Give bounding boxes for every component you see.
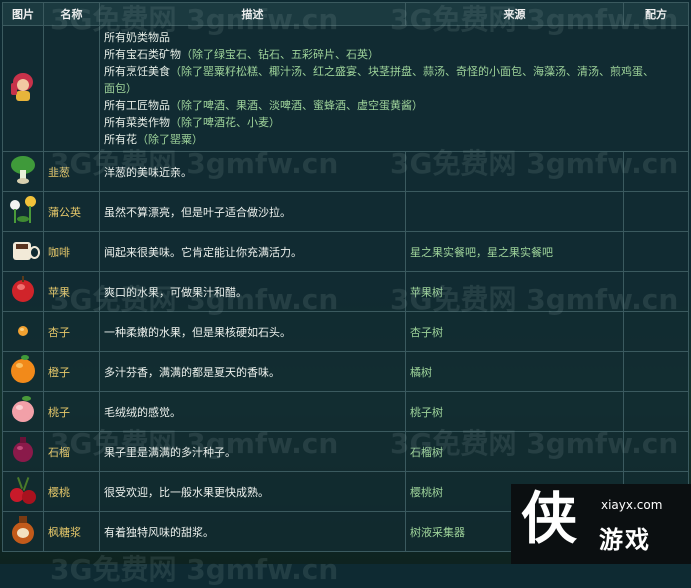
item-recipe [623, 431, 689, 472]
item-name: 蒲公英 [43, 191, 100, 232]
dandelion-icon [7, 194, 39, 226]
item-recipe [623, 391, 689, 432]
universal-gifts-cell: 所有奶类物品 所有宝石类矿物（除了绿宝石、钻石、五彩碎片、石英） 所有烹饪美食（… [99, 25, 689, 152]
item-name: 石榴 [43, 431, 100, 472]
universal-line-3: 面包） [104, 82, 137, 95]
table-row: 桃子 毛绒绒的感觉。 桃子树 [2, 391, 689, 432]
item-name: 韭葱 [43, 151, 100, 192]
universal-line-4: 所有工匠物品（除了啤酒、果酒、淡啤酒、蜜蜂酒、虚空蛋黄酱） [104, 99, 423, 112]
cherry-icon [7, 474, 39, 506]
universal-line-0: 所有奶类物品 [104, 31, 170, 44]
orange-icon [7, 354, 39, 386]
item-desc: 虽然不算漂亮，但是叶子适合做沙拉。 [99, 191, 406, 232]
item-name: 橙子 [43, 351, 100, 392]
item-source: 杏子树 [405, 311, 624, 352]
universal-line-5: 所有菜类作物（除了啤酒花、小麦） [104, 116, 280, 129]
table-row-universal: 所有奶类物品 所有宝石类矿物（除了绿宝石、钻石、五彩碎片、石英） 所有烹饪美食（… [2, 25, 689, 152]
table-header-row: 图片 名称 描述 来源 配方 [2, 2, 689, 26]
item-name: 桃子 [43, 391, 100, 432]
portrait-cell [2, 25, 44, 152]
item-desc: 有着独特风味的甜浆。 [99, 511, 406, 552]
universal-line-6: 所有花（除了罂粟） [104, 133, 203, 146]
table-row: 橙子 多汁芬香，满满的都是夏天的香味。 橘树 [2, 351, 689, 392]
item-desc: 很受欢迎，比一般水果更快成熟。 [99, 471, 406, 512]
item-name: 杏子 [43, 311, 100, 352]
item-name: 樱桃 [43, 471, 100, 512]
table-row: 杏子 一种柔嫩的水果，但是果核硬如石头。 杏子树 [2, 311, 689, 352]
item-recipe [623, 191, 689, 232]
leek-icon [7, 154, 39, 186]
item-source: 星之果实餐吧，星之果实餐吧 [405, 231, 624, 272]
site-logo: 侠 xiayx.com 游戏 [511, 484, 691, 564]
header-pic: 图片 [2, 2, 44, 26]
item-desc: 果子里是满满的多汁种子。 [99, 431, 406, 472]
logo-domain: xiayx.com [601, 498, 663, 512]
item-source [405, 191, 624, 232]
logo-glyph: 侠 [521, 487, 577, 552]
table-row: 韭葱 洋葱的美味近亲。 [2, 151, 689, 192]
item-name: 苹果 [43, 271, 100, 312]
apple-icon [7, 274, 39, 306]
gift-table: 图片 名称 描述 来源 配方 所有奶类物品 所有宝石类矿物（除了绿宝石、钻石、五… [2, 2, 689, 552]
table-row: 石榴 果子里是满满的多汁种子。 石榴树 [2, 431, 689, 472]
universal-line-2: 所有烹饪美食（除了罂粟籽松糕、椰汁汤、红之盛宴、块茎拼盘、蒜汤、奇怪的小面包、海… [104, 65, 654, 78]
peach-icon [7, 394, 39, 426]
item-source: 苹果树 [405, 271, 624, 312]
logo-name: 游戏 [599, 526, 651, 554]
table-row: 蒲公英 虽然不算漂亮，但是叶子适合做沙拉。 [2, 191, 689, 232]
item-source [405, 151, 624, 192]
coffee-icon [7, 234, 40, 266]
header-name: 名称 [43, 2, 100, 26]
header-desc: 描述 [99, 2, 406, 26]
item-source: 桃子树 [405, 391, 624, 432]
item-source: 橘树 [405, 351, 624, 392]
item-desc: 洋葱的美味近亲。 [99, 151, 406, 192]
table-row: 苹果 爽口的水果，可做果汁和醋。 苹果树 [2, 271, 689, 312]
item-name: 枫糖浆 [43, 511, 100, 552]
watermark: 3G免费网 3gmfw.cn [50, 553, 339, 586]
item-desc: 多汁芬香，满满的都是夏天的香味。 [99, 351, 406, 392]
header-recipe: 配方 [623, 2, 689, 26]
item-name: 咖啡 [43, 231, 100, 272]
item-recipe [623, 271, 689, 312]
villager-portrait-icon [7, 71, 39, 103]
item-recipe [623, 151, 689, 192]
item-desc: 爽口的水果，可做果汁和醋。 [99, 271, 406, 312]
apricot-icon [7, 314, 39, 346]
item-desc: 闻起来很美味。它肯定能让你充满活力。 [99, 231, 406, 272]
header-source: 来源 [405, 2, 624, 26]
item-recipe [623, 231, 689, 272]
table-row: 咖啡 闻起来很美味。它肯定能让你充满活力。 星之果实餐吧，星之果实餐吧 [2, 231, 689, 272]
item-desc: 一种柔嫩的水果，但是果核硬如石头。 [99, 311, 406, 352]
universal-line-1: 所有宝石类矿物（除了绿宝石、钻石、五彩碎片、石英） [104, 48, 379, 61]
universal-name-cell [43, 25, 100, 152]
item-recipe [623, 351, 689, 392]
item-source: 石榴树 [405, 431, 624, 472]
item-desc: 毛绒绒的感觉。 [99, 391, 406, 432]
pomegranate-icon [7, 434, 39, 466]
item-recipe [623, 311, 689, 352]
maple-syrup-icon [7, 514, 39, 546]
